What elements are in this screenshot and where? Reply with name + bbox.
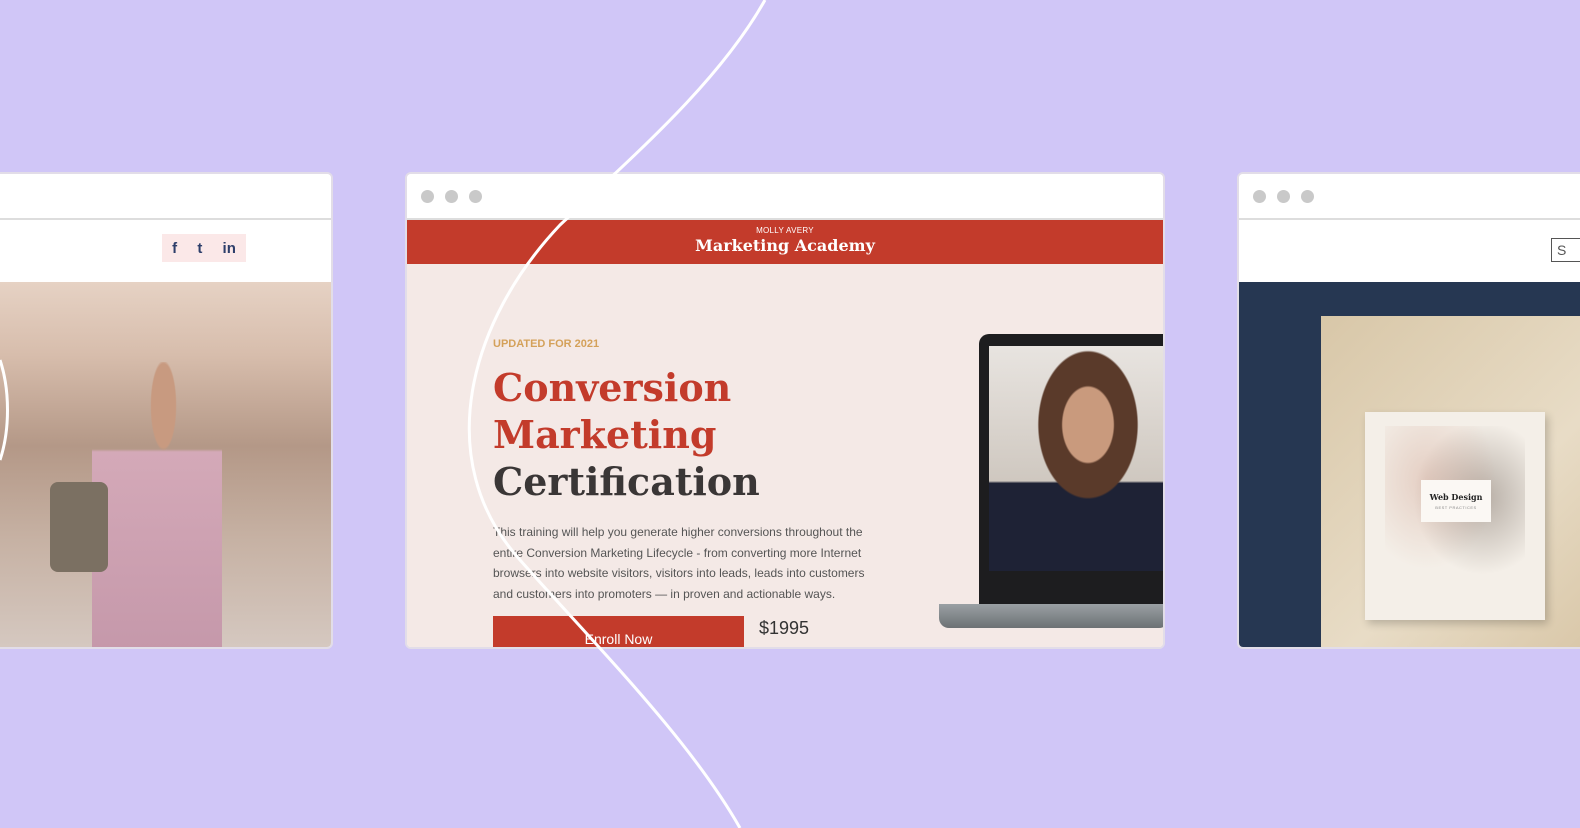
handbag (50, 482, 108, 572)
browser-chrome (0, 174, 331, 220)
browser-chrome (407, 174, 1163, 220)
title-line: Certification (493, 459, 760, 504)
twitter-icon[interactable]: t (197, 240, 202, 257)
left-browser-window: f t in (0, 172, 333, 649)
book-subtitle: BEST PRACTICES (1435, 505, 1477, 510)
book-mockup-photo: Web Design BEST PRACTICES (1321, 316, 1580, 647)
book-title: Web Design (1429, 492, 1483, 502)
site-header: MOLLY AVERY Marketing Academy (407, 220, 1163, 264)
hero-title: Conversion Marketing Certification (493, 364, 760, 505)
eyebrow: UPDATED FOR 2021 (493, 338, 600, 350)
search-button[interactable]: S (1551, 238, 1580, 262)
price: $1995 (759, 618, 810, 638)
book-label: Web Design BEST PRACTICES (1421, 480, 1491, 522)
social-links: f t in (162, 234, 246, 262)
facebook-icon[interactable]: f (172, 240, 177, 257)
laughing-woman-photo (989, 346, 1163, 571)
window-dot (445, 190, 458, 203)
hero-section: Web Design BEST PRACTICES (1239, 282, 1580, 647)
right-browser-window: S Web Design BEST PRACTICES (1237, 172, 1580, 649)
hero-section: UPDATED FOR 2021 Conversion Marketing Ce… (407, 264, 1163, 647)
hero-description: This training will help you generate hig… (493, 525, 865, 601)
site-subtitle: MOLLY AVERY (756, 226, 814, 235)
window-dot (1277, 190, 1290, 203)
title-line: Marketing (493, 412, 717, 457)
person (92, 362, 222, 647)
window-dot (469, 190, 482, 203)
laptop-image (939, 334, 1163, 628)
site-nav: S (1239, 220, 1580, 282)
window-dot (1301, 190, 1314, 203)
woman-phone-photo (0, 282, 331, 647)
laptop-base (939, 604, 1163, 628)
book-cover: Web Design BEST PRACTICES (1365, 412, 1545, 620)
window-dot (421, 190, 434, 203)
center-browser-window: MOLLY AVERY Marketing Academy UPDATED FO… (405, 172, 1165, 649)
window-dot (1253, 190, 1266, 203)
title-line: Conversion (493, 365, 732, 410)
linkedin-icon[interactable]: in (223, 240, 236, 257)
browser-chrome (1239, 174, 1580, 220)
site-title[interactable]: Marketing Academy (407, 236, 1163, 255)
enroll-now-button[interactable]: Enroll Now (493, 616, 744, 647)
